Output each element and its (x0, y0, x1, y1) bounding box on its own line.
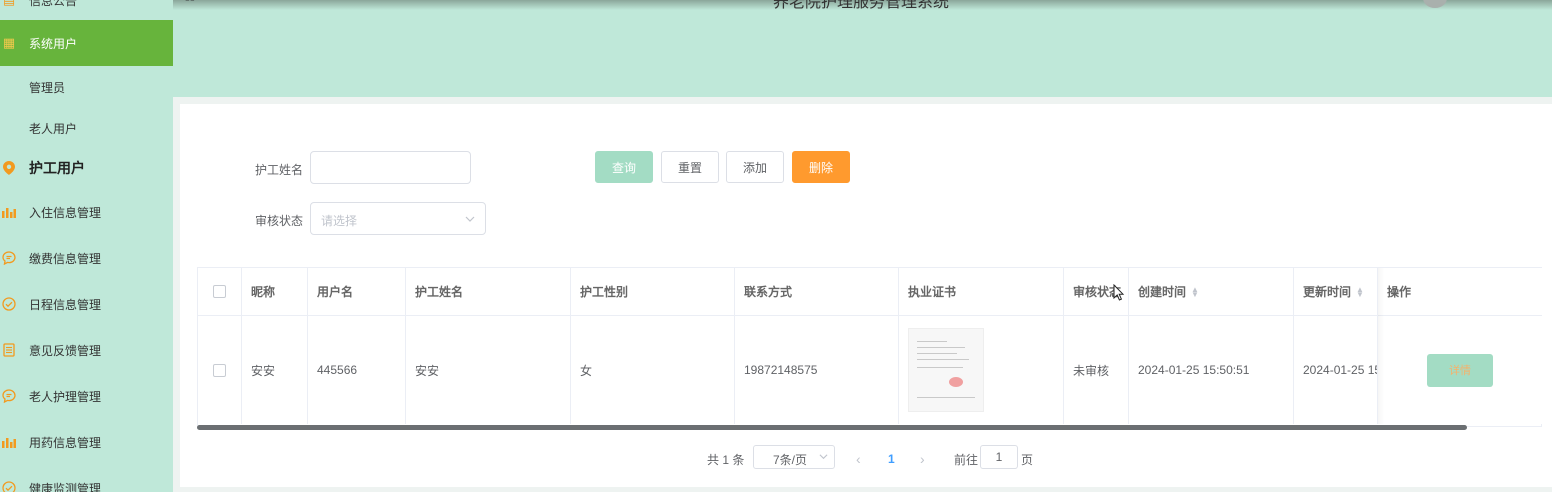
top-header: ▪▪ 养老院护理服务管理系统 (173, 0, 1552, 97)
col-header-created[interactable]: 创建时间 ▲ ▼ (1129, 268, 1294, 316)
cell-license (899, 316, 1064, 424)
sort-icon[interactable]: ▲ ▼ (1356, 285, 1364, 298)
bar-chart-icon (2, 205, 16, 219)
cell-created: 2024-01-25 15:50:51 (1129, 316, 1294, 424)
cell-caregiver-name: 安安 (406, 316, 571, 424)
col-header-nickname: 昵称 (242, 268, 308, 316)
goto-page-input[interactable]: 1 (980, 445, 1018, 469)
cell-contact: 19872148575 (735, 316, 899, 424)
col-header-label: 更新时间 (1303, 285, 1352, 299)
row-checkbox[interactable] (213, 363, 226, 377)
sidebar-item-caregiver-users[interactable]: 护工用户 (0, 145, 173, 191)
next-page-button[interactable]: › (920, 447, 925, 471)
col-header-contact: 联系方式 (735, 268, 899, 316)
caregiver-table: 昵称 用户名 护工姓名 护工性别 联系方式 执业证书 审核状态 创建时间 ▲ ▼ … (197, 267, 1542, 427)
sidebar-item-checkin[interactable]: 入住信息管理 (0, 189, 173, 235)
cell-updated: 2024-01-25 15:50:51 (1294, 316, 1378, 424)
sidebar-item-health-monitor[interactable]: 健康监测管理 (0, 465, 173, 492)
sidebar-item-label: 信息公告 (29, 0, 78, 8)
horizontal-scrollbar[interactable] (197, 425, 1467, 430)
sidebar-item-system-users[interactable]: ▦ 系统用户 (0, 20, 173, 66)
sidebar-item-label: 入住信息管理 (29, 205, 102, 220)
bar-chart-icon (2, 435, 16, 449)
prev-page-button[interactable]: ‹ (856, 447, 861, 471)
page-size-select[interactable]: 7条/页 (753, 445, 835, 469)
fixed-column-shadow (1378, 268, 1384, 424)
sidebar-item-label: 意见反馈管理 (29, 343, 102, 358)
cell-actions: 详情 (1378, 316, 1542, 424)
sidebar-item-elder-care[interactable]: 老人护理管理 (0, 373, 173, 419)
select-all-cell (198, 268, 242, 316)
sidebar-item-label: 缴费信息管理 (29, 251, 102, 266)
delete-button[interactable]: 删除 (792, 151, 850, 183)
audit-status-label: 审核状态 (255, 214, 304, 228)
doc-icon: ▤ (2, 0, 16, 7)
sidebar-item-label: 日程信息管理 (29, 297, 102, 312)
cell-gender: 女 (571, 316, 735, 424)
col-header-username: 用户名 (308, 268, 406, 316)
caregiver-name-input[interactable] (310, 151, 471, 184)
check-circle-icon (2, 481, 16, 492)
sidebar-item-feedback[interactable]: 意见反馈管理 (0, 327, 173, 373)
chevron-down-icon (465, 210, 475, 227)
cell-nickname: 安安 (242, 316, 308, 424)
sidebar-item-medication[interactable]: 用药信息管理 (0, 419, 173, 465)
check-circle-icon (2, 297, 16, 311)
reset-button[interactable]: 重置 (661, 151, 719, 183)
col-header-caregiver-name: 护工姓名 (406, 268, 571, 316)
sidebar-item-label: 用药信息管理 (29, 435, 102, 450)
query-button[interactable]: 查询 (595, 151, 653, 183)
main-panel: 护工姓名 审核状态 请选择 查询 重置 添加 删除 昵称 用户名 护工姓名 护工… (180, 104, 1552, 487)
table-icon: ▦ (2, 35, 16, 50)
goto-suffix: 页 (1021, 452, 1034, 467)
page-size-value: 7条/页 (773, 453, 808, 467)
sidebar-item-label: 护工用户 (29, 160, 85, 176)
col-header-label: 创建时间 (1138, 285, 1187, 299)
sidebar-item-admin[interactable]: 管理员 (0, 64, 173, 110)
sidebar: ▤ 信息公告 ▦ 系统用户 管理员 老人用户 护工用户 入住信息管理 缴费信息管… (0, 0, 173, 492)
license-thumbnail[interactable] (908, 328, 984, 412)
chevron-down-icon (819, 448, 828, 464)
col-header-license: 执业证书 (899, 268, 1064, 316)
goto-prefix: 前往 (954, 452, 979, 467)
document-icon (2, 343, 16, 357)
cell-audit-status: 未审核 (1064, 316, 1129, 424)
detail-button[interactable]: 详情 (1427, 353, 1493, 387)
pagination-total: 共 1 条 (707, 452, 745, 467)
col-header-actions: 操作 (1378, 268, 1542, 316)
mouse-cursor-icon (1113, 283, 1125, 304)
location-pin-icon (2, 161, 16, 175)
sidebar-item-label: 老人护理管理 (29, 389, 102, 404)
caregiver-name-label: 护工姓名 (255, 163, 304, 177)
sidebar-item-payment[interactable]: 缴费信息管理 (0, 235, 173, 281)
sidebar-item-schedule[interactable]: 日程信息管理 (0, 281, 173, 327)
audit-status-select[interactable]: 请选择 (310, 202, 486, 235)
add-button[interactable]: 添加 (726, 151, 784, 183)
row-select-cell (198, 316, 242, 424)
chat-icon (2, 251, 16, 265)
select-placeholder: 请选择 (321, 214, 358, 228)
page-number-current[interactable]: 1 (888, 447, 895, 471)
sidebar-item-label: 系统用户 (29, 36, 78, 51)
sidebar-item-label: 老人用户 (29, 121, 78, 136)
select-all-checkbox[interactable] (213, 285, 226, 298)
sort-icon[interactable]: ▲ ▼ (1191, 285, 1199, 298)
col-header-updated[interactable]: 更新时间 ▲ ▼ (1294, 268, 1378, 316)
chat-icon (2, 389, 16, 403)
menu-toggle-icon[interactable]: ▪▪ (185, 0, 201, 5)
cell-username: 445566 (308, 316, 406, 424)
col-header-gender: 护工性别 (571, 268, 735, 316)
sidebar-item-label: 健康监测管理 (29, 481, 102, 492)
sidebar-item-label: 管理员 (29, 80, 66, 95)
app-title: 养老院护理服务管理系统 (773, 0, 950, 11)
